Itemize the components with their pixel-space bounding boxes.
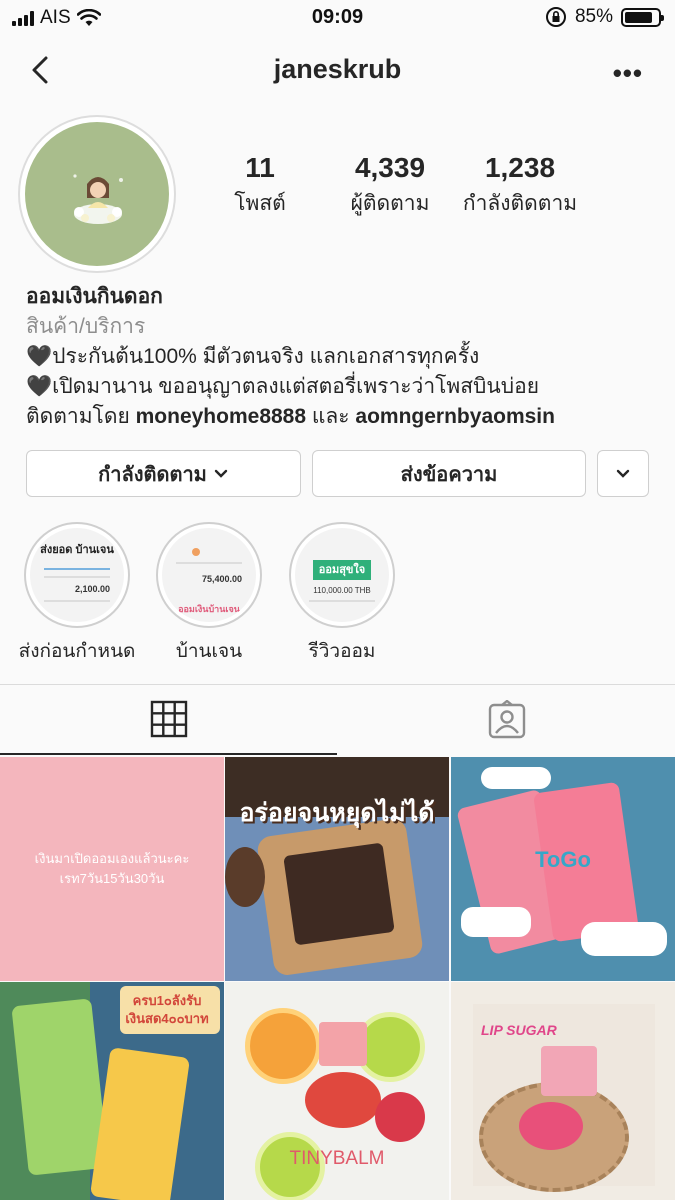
avatar <box>25 122 169 266</box>
highlight-thumb-title: ออมเงินบ้านเจน <box>178 604 240 614</box>
followed-by-user[interactable]: moneyhome8888 <box>136 405 306 428</box>
profile-display-name: ออมเงินกินดอก <box>26 285 163 308</box>
followed-by[interactable]: ติดตามโดย moneyhome8888 และ aomngernbyao… <box>26 402 666 432</box>
tab-tagged[interactable] <box>338 685 675 755</box>
stat-value: 1,238 <box>484 152 556 183</box>
story-highlight[interactable]: 75,400.00 ออมเงินบ้านเจน บ้านเจน <box>144 522 274 666</box>
highlight-label: รีวิวออม <box>308 641 376 662</box>
stat-value: 11 <box>245 152 275 183</box>
bio-line: 🖤เปิดมานาน ขออนุญาตลงแต่สตอรี่เพราะว่าโพ… <box>26 375 539 398</box>
post-thumbnail[interactable]: อร่อยจนหยุดไม่ได้ <box>225 757 449 981</box>
story-highlight[interactable]: ส่งยอด บ้านเจน 2,100.00 ส่งก่อนกำหนด <box>12 522 142 666</box>
post-caption: LIP SUGAR <box>481 1022 557 1038</box>
stat-label: ผู้ติดตาม <box>350 192 430 215</box>
post-caption: ToGo <box>535 847 591 872</box>
post-caption: เงินมาเปิดออมเองแล้วนะคะ เรท7วัน15วัน30ว… <box>34 851 190 886</box>
highlight-thumb-title: ออมสุขใจ <box>313 560 371 580</box>
battery-percent: 85% <box>574 6 613 27</box>
profile-avatar[interactable] <box>18 115 176 273</box>
post-caption: อร่อยจนหยุดไม่ได้ <box>239 799 435 827</box>
highlight-thumbnail: ออมสุขใจ 110,000.00 THB <box>295 528 389 622</box>
grid-icon <box>150 700 187 738</box>
stat-label: โพสต์ <box>234 192 286 215</box>
avatar-illustration-icon <box>73 174 123 224</box>
chevron-down-icon <box>214 469 228 478</box>
chevron-down-icon <box>616 469 630 478</box>
highlight-label: ส่งก่อนกำหนด <box>18 641 136 662</box>
post-thumbnail[interactable]: LIP SUGAR <box>451 982 675 1200</box>
highlight-thumb-title: ส่งยอด บ้านเจน <box>40 544 114 556</box>
post-caption: ครบ1๐ลังรับ เงินสด4๐๐บาท <box>125 993 209 1026</box>
following-button-label: กำลังติดตาม <box>98 463 207 486</box>
highlight-label: บ้านเจน <box>175 641 243 662</box>
more-options-icon[interactable]: ••• <box>613 58 643 89</box>
status-bar: AIS 09:09 85% <box>0 0 675 36</box>
profile-username: janeskrub <box>273 54 402 84</box>
followed-by-and: และ <box>311 405 350 428</box>
stat-value: 4,339 <box>354 152 426 183</box>
profile-category: สินค้า/บริการ <box>26 315 146 338</box>
tab-posts-grid[interactable] <box>0 685 337 755</box>
bio-line: 🖤ประกันต้น100% มีตัวตนจริง แลกเอกสารทุกค… <box>26 345 480 368</box>
highlight-thumb-amount: 110,000.00 THB <box>313 586 371 595</box>
post-thumbnail[interactable]: TINYBALM <box>225 982 449 1200</box>
battery-icon <box>621 7 664 27</box>
profile-tabs <box>0 684 675 756</box>
posts-count[interactable]: 11 โพสต์ <box>200 152 320 220</box>
following-button[interactable]: กำลังติดตาม <box>26 450 301 497</box>
post-thumbnail[interactable]: ToGo <box>451 757 675 981</box>
followers-count[interactable]: 4,339 ผู้ติดตาม <box>320 152 460 220</box>
story-highlight[interactable]: ออมสุขใจ 110,000.00 THB รีวิวออม <box>277 522 407 666</box>
post-caption: TINYBALM <box>289 1148 385 1169</box>
message-button[interactable]: ส่งข้อความ <box>312 450 586 497</box>
post-thumbnail[interactable]: เงินมาเปิดออมเองแล้วนะคะ เรท7วัน15วัน30ว… <box>0 757 224 981</box>
followed-by-user[interactable]: aomngernbyaomsin <box>355 405 555 428</box>
profile-bio: ออมเงินกินดอก สินค้า/บริการ 🖤ประกันต้น10… <box>26 282 666 432</box>
highlight-thumb-amount: 2,100.00 <box>74 584 110 594</box>
message-button-label: ส่งข้อความ <box>400 463 498 486</box>
highlight-thumbnail: 75,400.00 ออมเงินบ้านเจน <box>162 528 256 622</box>
highlight-thumb-amount: 75,400.00 <box>201 574 242 584</box>
stat-label: กำลังติดตาม <box>462 192 578 215</box>
suggested-accounts-button[interactable] <box>597 450 649 497</box>
profile-header: janeskrub ••• <box>0 40 675 100</box>
post-thumbnail[interactable]: ครบ1๐ลังรับ เงินสด4๐๐บาท <box>0 982 224 1200</box>
highlight-thumbnail: ส่งยอด บ้านเจน 2,100.00 <box>30 528 124 622</box>
followed-by-prefix: ติดตามโดย <box>26 405 130 428</box>
tagged-person-icon <box>488 700 525 739</box>
following-count[interactable]: 1,238 กำลังติดตาม <box>450 152 590 220</box>
rotation-lock-icon <box>545 7 566 27</box>
